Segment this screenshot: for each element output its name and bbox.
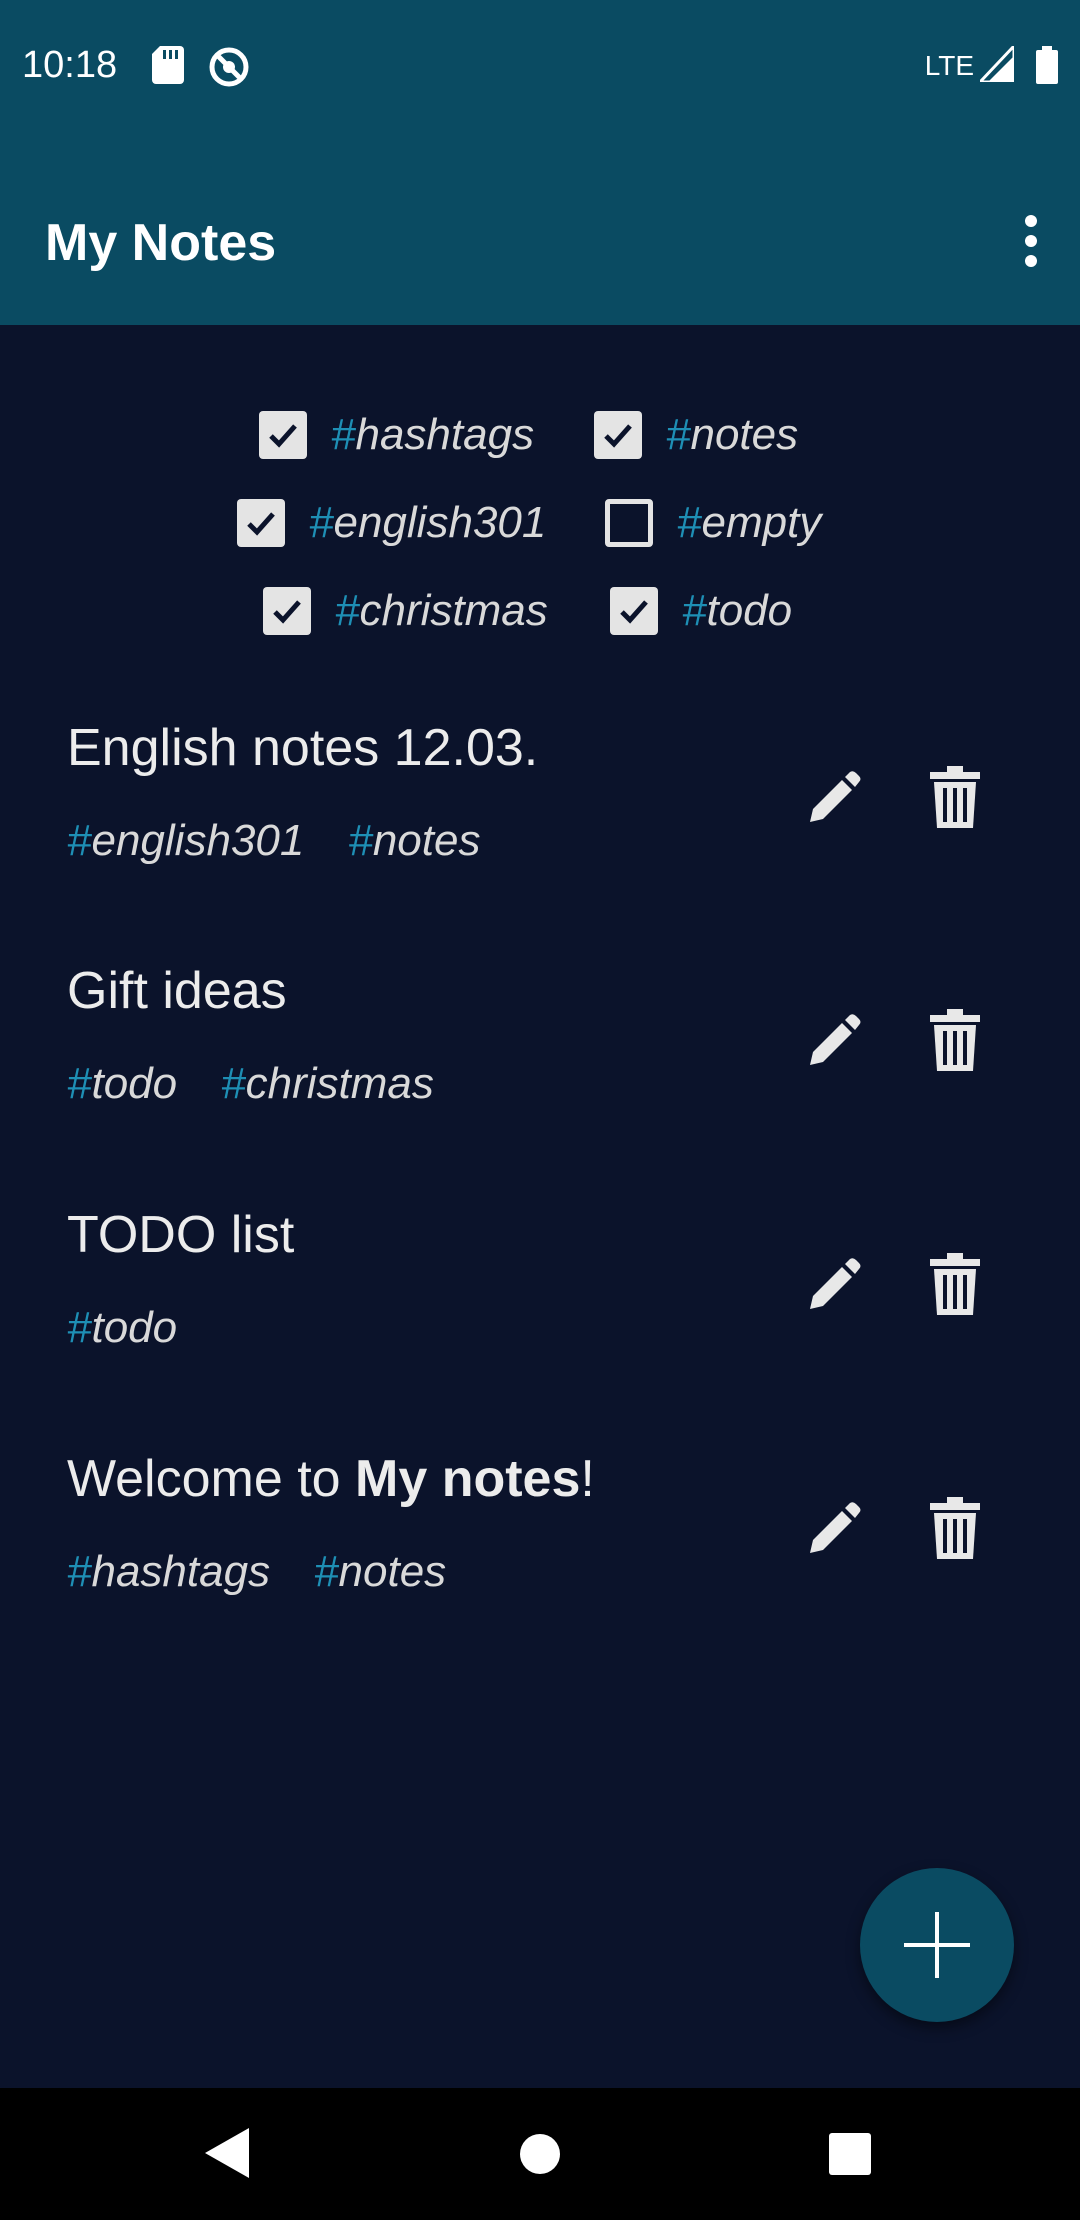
filter-empty[interactable]: #empty — [605, 488, 821, 558]
delete-trash-icon[interactable] — [930, 1009, 980, 1071]
filter-english301[interactable]: #english301 — [237, 488, 546, 558]
filter-hashtags[interactable]: #hashtags — [259, 400, 534, 470]
note-tags: #english301 #notes — [67, 816, 524, 866]
do-not-disturb-icon — [209, 47, 249, 87]
note-title: English notes 12.03. — [67, 719, 539, 777]
edit-pencil-icon[interactable] — [806, 770, 862, 826]
plus-icon — [904, 1912, 970, 1978]
checkbox-checked-icon[interactable] — [237, 499, 285, 547]
filter-label: empty — [701, 498, 822, 547]
checkbox-checked-icon[interactable] — [610, 587, 658, 635]
edit-pencil-icon[interactable] — [806, 1257, 862, 1313]
note-title: Welcome to My notes! — [67, 1450, 595, 1508]
signal-icon — [980, 46, 1014, 82]
note-title: TODO list — [67, 1206, 295, 1264]
note-tag: #todo — [67, 1059, 178, 1108]
note-item[interactable]: English notes 12.03. #english301 #notes — [0, 700, 1080, 943]
checkbox-checked-icon[interactable] — [259, 411, 307, 459]
note-item[interactable]: Welcome to My notes! #hashtags #notes — [0, 1431, 1080, 1674]
page-title: My Notes — [45, 214, 277, 272]
delete-trash-icon[interactable] — [930, 766, 980, 828]
filter-christmas[interactable]: #christmas — [263, 576, 548, 646]
checkbox-checked-icon[interactable] — [594, 411, 642, 459]
note-tag: #notes — [314, 1547, 447, 1596]
filter-notes[interactable]: #notes — [594, 400, 798, 470]
delete-trash-icon[interactable] — [930, 1253, 980, 1315]
note-tags: #hashtags #notes — [67, 1547, 490, 1597]
network-type: LTE — [924, 50, 974, 81]
status-time: 10:18 — [22, 44, 118, 86]
filter-label: notes — [690, 410, 799, 459]
more-vert-icon[interactable] — [1006, 211, 1056, 271]
edit-pencil-icon[interactable] — [806, 1501, 862, 1557]
checkbox-checked-icon[interactable] — [263, 587, 311, 635]
note-tag: #notes — [348, 816, 481, 865]
note-title: Gift ideas — [67, 962, 287, 1020]
edit-pencil-icon[interactable] — [806, 1013, 862, 1069]
sd-card-icon — [152, 46, 184, 84]
checkbox-unchecked-icon[interactable] — [605, 499, 653, 547]
filter-label: todo — [706, 586, 793, 635]
note-tag: #todo — [67, 1303, 178, 1352]
note-item[interactable]: TODO list #todo — [0, 1187, 1080, 1430]
filter-label: english301 — [333, 498, 547, 547]
recents-icon[interactable] — [829, 2133, 871, 2175]
system-nav-bar — [0, 2088, 1080, 2220]
back-icon[interactable] — [205, 2128, 249, 2178]
note-tags: #todo #christmas — [67, 1059, 478, 1109]
delete-trash-icon[interactable] — [930, 1497, 980, 1559]
battery-icon — [1036, 46, 1058, 84]
filter-label: christmas — [359, 586, 548, 635]
add-note-button[interactable] — [860, 1868, 1014, 2022]
note-tag: #christmas — [221, 1059, 434, 1108]
note-tags: #todo — [67, 1303, 221, 1353]
status-bar: 10:18 LTE — [0, 0, 1080, 135]
filter-label: hashtags — [355, 410, 535, 459]
filter-todo[interactable]: #todo — [610, 576, 792, 646]
note-item[interactable]: Gift ideas #todo #christmas — [0, 943, 1080, 1186]
app-bar: My Notes — [0, 135, 1080, 325]
note-tag: #hashtags — [67, 1547, 271, 1596]
note-tag: #english301 — [67, 816, 305, 865]
home-icon[interactable] — [518, 2132, 562, 2176]
